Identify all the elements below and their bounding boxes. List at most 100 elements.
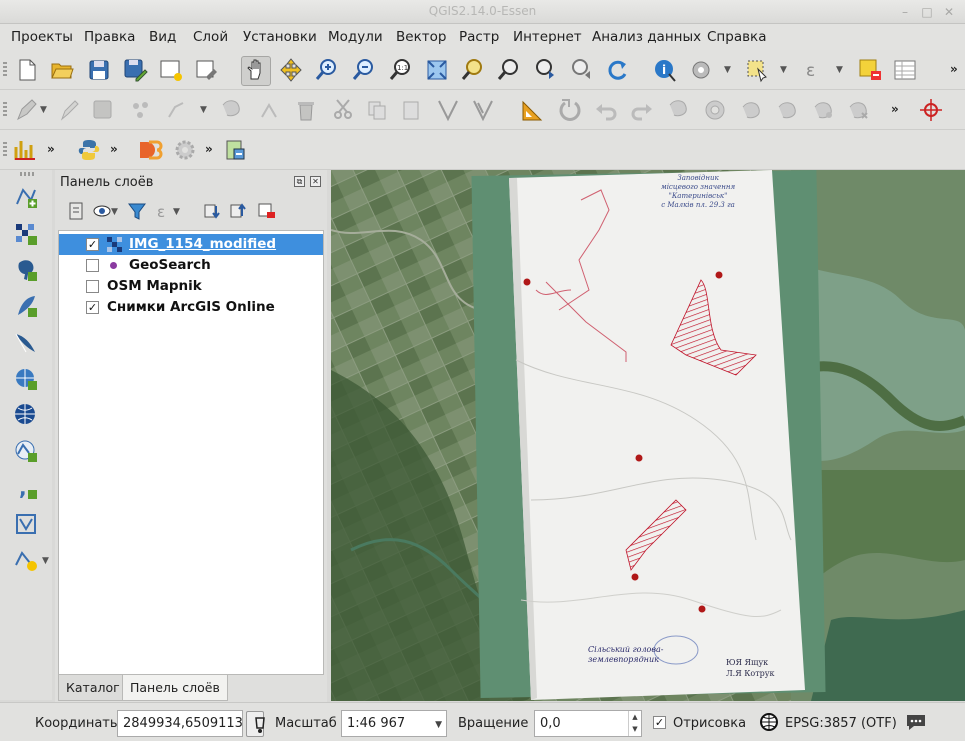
undo-icon[interactable] — [593, 97, 619, 123]
layer-tree[interactable]: ✓ IMG_1154_modified GeoSearch OSM Mapnik… — [58, 230, 324, 675]
scale-combobox[interactable]: 1:46 967 ▼ — [341, 710, 447, 737]
layer-row-arcgis-imagery[interactable]: ✓ Снимки ArcGIS Online — [59, 297, 323, 318]
select-features-icon[interactable] — [744, 57, 770, 83]
move-dropdown-icon[interactable]: ▼ — [200, 105, 207, 115]
zoom-actual-size-icon[interactable]: 1:1 — [388, 57, 414, 83]
menu-layer[interactable]: Слой — [193, 29, 228, 45]
toolbar-overflow-icon[interactable]: » — [47, 142, 55, 156]
maximize-icon[interactable]: □ — [920, 5, 934, 19]
expression-filter-dropdown-icon[interactable]: ▼ — [173, 207, 180, 217]
delete-selected-icon[interactable] — [293, 97, 319, 123]
add-ring-icon[interactable] — [702, 97, 728, 123]
menu-edit[interactable]: Правка — [84, 29, 135, 45]
zoom-to-layer-icon[interactable] — [496, 57, 522, 83]
rotate-feature-icon[interactable] — [557, 97, 583, 123]
run-action-dropdown-icon[interactable]: ▼ — [724, 65, 731, 75]
processing-chart-icon[interactable] — [12, 137, 38, 163]
tab-layers-panel[interactable]: Панель слоёв — [122, 675, 228, 701]
identify-features-icon[interactable]: i — [652, 57, 678, 83]
filter-legend-icon[interactable] — [126, 200, 148, 222]
remove-layer-icon[interactable] — [255, 200, 277, 222]
layer-visibility-checkbox[interactable] — [86, 280, 99, 293]
move-feature-icon[interactable] — [164, 97, 190, 123]
coordinate-capture-icon[interactable] — [918, 97, 944, 123]
add-virtual-layer-icon[interactable] — [13, 511, 39, 537]
rotation-spin-buttons[interactable]: ▲ ▼ — [628, 711, 641, 736]
d3-plugin-icon[interactable] — [137, 137, 163, 163]
toolbar-overflow-icon[interactable]: » — [950, 62, 958, 76]
toolbar-grip[interactable] — [3, 102, 7, 118]
select-by-expression-icon[interactable]: ε — [800, 57, 826, 83]
layer-visibility-checkbox[interactable]: ✓ — [86, 301, 99, 314]
add-mssql-layer-icon[interactable] — [13, 330, 39, 356]
georeferencer-icon[interactable] — [222, 137, 248, 163]
menu-web[interactable]: Интернет — [513, 29, 582, 45]
collapse-all-icon[interactable] — [227, 200, 249, 222]
copy-features-icon[interactable] — [364, 97, 390, 123]
node-tool-2-icon[interactable] — [256, 97, 282, 123]
menu-settings[interactable]: Установки — [243, 29, 317, 45]
render-checkbox[interactable]: ✓ — [653, 716, 666, 729]
edits-dropdown-icon[interactable]: ▼ — [40, 105, 47, 115]
menu-plugins[interactable]: Модули — [328, 29, 383, 45]
new-project-icon[interactable] — [14, 57, 40, 83]
menu-view[interactable]: Вид — [149, 29, 176, 45]
minimize-icon[interactable]: – — [898, 5, 912, 19]
add-wcs-layer-icon[interactable] — [13, 402, 39, 428]
toolbar-grip[interactable] — [3, 62, 7, 78]
toolbar-grip[interactable] — [3, 142, 7, 158]
layer-row-img-1154-modified[interactable]: ✓ IMG_1154_modified — [59, 234, 323, 255]
coordinates-field[interactable]: 2849934,6509113 — [117, 710, 243, 737]
toolbar-overflow-icon[interactable]: » — [891, 102, 899, 116]
menu-projects[interactable]: Проекты — [11, 29, 73, 45]
add-delimited-text-layer-icon[interactable]: , — [13, 475, 39, 501]
refresh-icon[interactable] — [604, 57, 630, 83]
zoom-out-icon[interactable] — [351, 57, 377, 83]
save-project-icon[interactable] — [86, 57, 112, 83]
delete-part-icon[interactable] — [846, 97, 872, 123]
zoom-last-icon[interactable] — [532, 57, 558, 83]
run-action-icon[interactable] — [688, 57, 714, 83]
add-part-icon[interactable] — [739, 97, 765, 123]
save-as-icon[interactable] — [122, 57, 148, 83]
layer-row-osm-mapnik[interactable]: OSM Mapnik — [59, 276, 323, 297]
toolbar-overflow-icon[interactable]: » — [110, 142, 118, 156]
menu-vector[interactable]: Вектор — [396, 29, 446, 45]
python-console-icon[interactable] — [76, 137, 102, 163]
add-wms-layer-icon[interactable] — [13, 366, 39, 392]
simplify-feature-icon[interactable] — [666, 97, 692, 123]
pan-to-selection-icon[interactable] — [278, 57, 304, 83]
layer-visibility-checkbox[interactable] — [86, 259, 99, 272]
add-feature-icon[interactable] — [127, 97, 153, 123]
add-vector-layer-icon[interactable] — [13, 184, 39, 210]
pan-map-icon[interactable] — [241, 56, 271, 86]
map-canvas[interactable]: Заповідник місцевого значення "Катеринів… — [331, 170, 965, 701]
scale-dropdown-icon[interactable]: ▼ — [435, 720, 442, 730]
attribute-table-icon[interactable] — [892, 57, 918, 83]
open-project-icon[interactable] — [49, 57, 75, 83]
layer-visibility-checkbox[interactable]: ✓ — [86, 238, 99, 251]
new-layer-dropdown-icon[interactable]: ▼ — [42, 556, 49, 566]
toolbar-overflow-icon[interactable]: » — [205, 142, 213, 156]
expand-all-icon[interactable] — [201, 200, 223, 222]
add-wfs-layer-icon[interactable] — [13, 438, 39, 464]
add-postgis-layer-icon[interactable] — [13, 257, 39, 283]
expression-dropdown-icon[interactable]: ▼ — [836, 65, 843, 75]
node-tool-icon[interactable] — [218, 97, 244, 123]
messages-icon[interactable] — [904, 712, 928, 732]
settings-gear-icon[interactable] — [172, 137, 198, 163]
merge-features-icon[interactable] — [470, 97, 496, 123]
current-edits-icon[interactable] — [14, 97, 40, 123]
visibility-dropdown-icon[interactable]: ▼ — [111, 207, 118, 217]
deselect-all-icon[interactable] — [857, 57, 883, 83]
delete-ring-icon[interactable] — [811, 97, 837, 123]
menu-help[interactable]: Справка — [707, 29, 766, 45]
crs-globe-icon[interactable] — [759, 712, 779, 732]
close-panel-icon[interactable]: ✕ — [310, 176, 321, 187]
new-shapefile-layer-icon[interactable] — [13, 547, 39, 573]
rotation-spinbox[interactable]: 0,0 ▲ ▼ — [534, 710, 642, 737]
zoom-full-icon[interactable] — [424, 57, 450, 83]
paste-features-icon[interactable] — [398, 97, 424, 123]
menu-data-analysis[interactable]: Анализ данных — [592, 29, 701, 45]
split-features-icon[interactable] — [435, 97, 461, 123]
